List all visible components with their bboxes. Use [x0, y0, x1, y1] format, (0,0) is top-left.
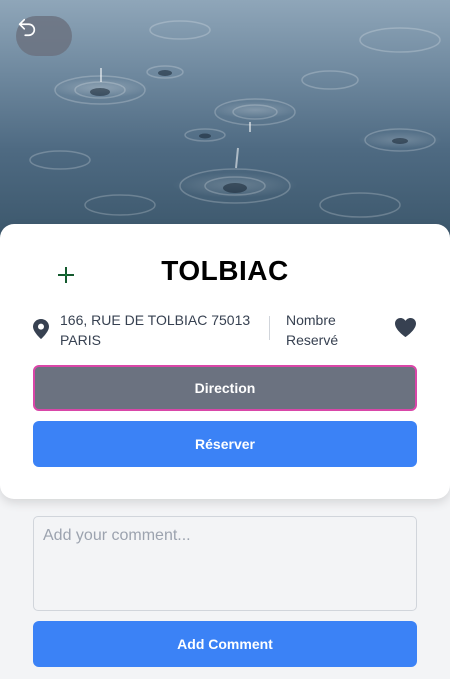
count-label-line-2: Reservé — [286, 332, 339, 348]
heart-icon[interactable] — [394, 317, 417, 338]
reserve-button[interactable]: Réserver — [33, 421, 417, 467]
back-arrow-icon — [18, 18, 36, 37]
count-label-line-1: Nombre — [286, 312, 336, 328]
address-line-1: 166, RUE DE TOLBIAC 75013 — [60, 312, 251, 328]
info-divider — [269, 316, 270, 340]
add-comment-button[interactable]: Add Comment — [33, 621, 417, 667]
place-title: TOLBIAC — [161, 255, 289, 286]
address-line-2: PARIS — [60, 332, 101, 348]
hero-image — [0, 0, 450, 250]
direction-button[interactable]: Direction — [33, 365, 417, 411]
map-pin-icon — [33, 319, 49, 339]
reserved-count-label: Nombre Reservé — [286, 310, 366, 350]
back-button[interactable] — [16, 16, 72, 56]
place-address: 166, RUE DE TOLBIAC 75013 PARIS — [60, 310, 270, 350]
comment-input[interactable] — [33, 516, 417, 611]
